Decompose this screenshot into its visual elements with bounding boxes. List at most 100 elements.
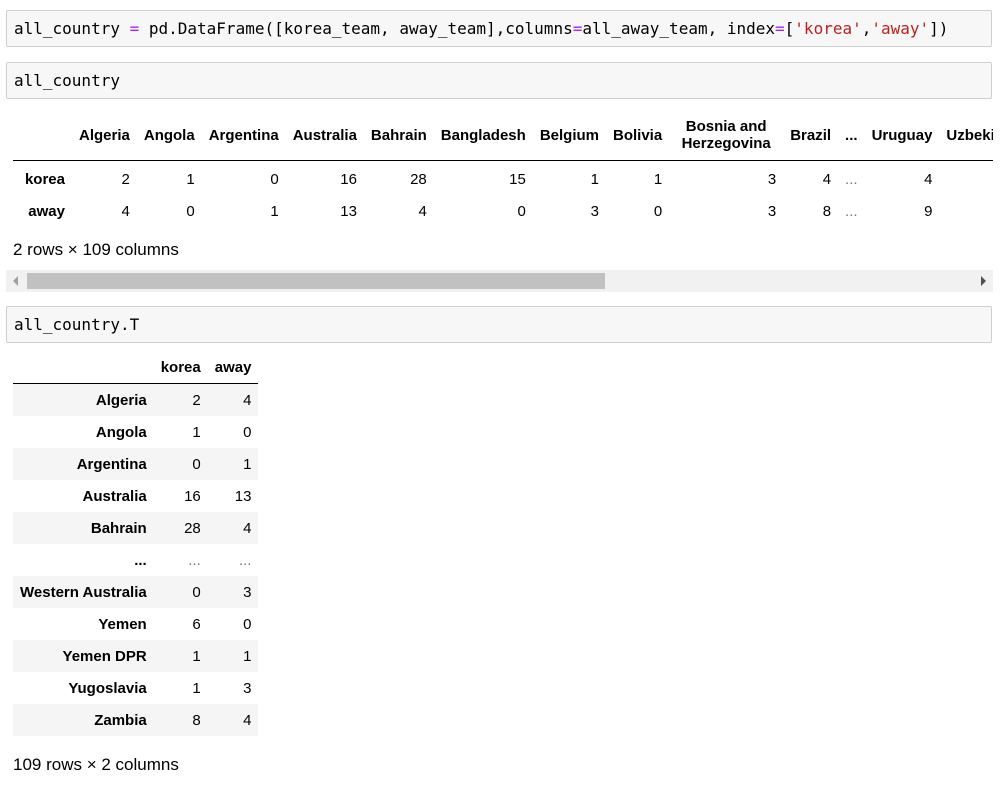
table-cell: 1 [270, 202, 279, 220]
code-token: ]) [929, 19, 949, 38]
table-cell: 0 [192, 583, 201, 601]
table-cell: 6 [192, 615, 201, 633]
table-cell: 0 [192, 455, 201, 473]
chevron-right-icon[interactable] [973, 270, 993, 292]
table-cell: 28 [184, 519, 201, 537]
table-cell: 3 [243, 679, 252, 697]
table-cell: 2 [192, 391, 201, 409]
table-cell: ... [845, 170, 858, 188]
index-header [13, 110, 72, 161]
column-header: Argentina [201, 110, 286, 161]
table-cell: 15 [509, 170, 526, 188]
table-row: Zambia 8 4 [13, 704, 259, 736]
column-header: Uzbekistan [939, 110, 993, 161]
code-text: all_country = pd.DataFrame([korea_team, … [14, 19, 948, 38]
table-cell: 1 [192, 679, 201, 697]
table-cell: 1 [192, 423, 201, 441]
code-cell-2[interactable]: all_country [6, 62, 992, 99]
table-cell: 4 [121, 202, 130, 220]
column-header: Bahrain [363, 110, 434, 161]
row-index: Yemen DPR [62, 647, 147, 665]
column-header: Algeria [72, 110, 137, 161]
table-cell: 1 [653, 170, 663, 188]
table-cell: 0 [243, 423, 252, 441]
table-cell [939, 195, 993, 222]
table-cell: 0 [653, 202, 663, 220]
table-cell: 9 [924, 202, 933, 220]
table-row: Yugoslavia 1 3 [13, 672, 258, 704]
row-index: away [28, 202, 65, 220]
code-token: 'away' [871, 19, 930, 38]
table-cell: 3 [243, 583, 252, 601]
table-cell: 3 [767, 170, 777, 188]
dataframe-table: Algeria Angola Argentina Australia Bahrain Ba… [13, 110, 993, 222]
row-index: Western Australia [20, 583, 147, 601]
code-token: = [572, 19, 583, 38]
code-cell-3[interactable]: all_country.T [6, 306, 992, 343]
table-cell: 0 [270, 170, 279, 188]
code-text: all_country [14, 71, 120, 90]
code-cell-1[interactable]: all_country = pd.DataFrame([korea_team, … [6, 10, 992, 47]
table-cell: 4 [243, 391, 252, 409]
table-cell: 1 [186, 170, 195, 188]
row-index: Australia [82, 487, 147, 505]
table-row: Western Australia 0 3 [13, 576, 259, 608]
table-cell: 0 [517, 202, 526, 220]
row-index: Argentina [76, 455, 147, 473]
code-text: all_country.T [14, 315, 140, 334]
table-cell: 13 [234, 487, 252, 505]
table-cell: 3 [767, 202, 777, 220]
code-token: [ [784, 19, 795, 38]
column-header: away [207, 352, 259, 384]
table-cell: 2 [121, 170, 130, 188]
table-cell: ... [845, 202, 858, 220]
table-cell: 4 [243, 711, 252, 729]
table-row: Angola 1 0 [13, 416, 258, 448]
column-header: Uruguay [864, 110, 940, 161]
chevron-left-icon[interactable] [6, 270, 26, 292]
table-cell: 1 [243, 455, 252, 473]
table-row: Yemen DPR 1 1 [13, 640, 259, 672]
table-row: korea 2 1 0 16 28 15 1 1 3 4... 4 [13, 161, 993, 196]
column-header: ... [838, 110, 865, 161]
row-index: Angola [95, 423, 147, 441]
table-cell: 4 [822, 170, 832, 188]
column-header: Brazil [783, 110, 839, 161]
table-cell: 8 [192, 711, 201, 729]
table-cell: 1 [192, 647, 201, 665]
table-cell: 1 [243, 647, 252, 665]
row-index: Yemen [98, 615, 147, 633]
table-cell: 4 [418, 202, 427, 220]
table-cell: 1 [590, 170, 599, 188]
table-cell: 4 [924, 170, 933, 188]
table-cell: 4 [243, 519, 252, 537]
table-row: Algeria 2 4 [13, 383, 259, 416]
table-row: ......... [13, 544, 258, 576]
dataframe-table: korea away Algeria 2 4 Angola 1 0 Argentina 0 1 Au… [13, 352, 259, 736]
table-cell: 0 [186, 202, 195, 220]
code-token: all_away_team, index [582, 19, 776, 38]
code-token: = [775, 19, 785, 38]
column-header: Angola [136, 110, 202, 161]
table-cell [939, 161, 993, 196]
code-token: = [129, 19, 140, 38]
table-cell: 28 [410, 170, 427, 188]
scrollbar-thumb[interactable] [27, 273, 605, 289]
column-header: Australia [285, 110, 364, 161]
shape-caption: 109 rows × 2 columns [13, 755, 179, 774]
code-token: all_country [14, 19, 130, 38]
table-cell: 3 [590, 202, 599, 220]
row-index: ... [134, 551, 147, 569]
table-row: Yemen 6 0 [13, 608, 258, 640]
horizontal-scrollbar[interactable] [6, 270, 993, 292]
row-index: Zambia [94, 711, 147, 729]
column-header: Bangladesh [433, 110, 533, 161]
row-index: Algeria [95, 391, 147, 409]
table-cell: ... [238, 551, 252, 569]
table-cell: 8 [822, 202, 832, 220]
dataframe-output-1: Algeria Angola Argentina Australia Bahrain Ba… [13, 110, 993, 222]
table-row: Bahrain 28 4 [13, 512, 259, 544]
row-index: korea [24, 170, 65, 188]
code-token: 'korea' [794, 19, 862, 38]
table-row: away 4 0 1 13 4 0 3 0 3 8... 9 [13, 195, 993, 222]
